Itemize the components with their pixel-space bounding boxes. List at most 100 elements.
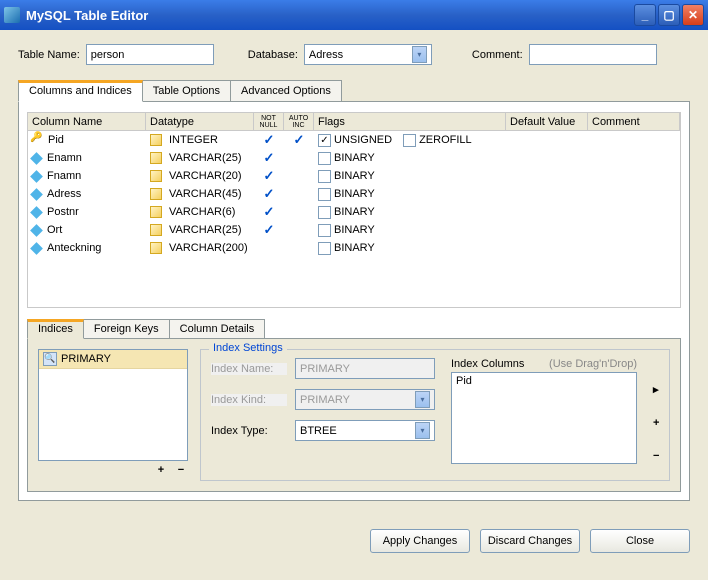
index-item-label: PRIMARY xyxy=(61,353,111,365)
indices-panel: 🔍 PRIMARY + − Index Settings Index Name: xyxy=(27,338,681,492)
close-button[interactable]: ✕ xyxy=(682,4,704,26)
sub-tab-column-details[interactable]: Column Details xyxy=(170,319,266,339)
index-columns-list[interactable]: Pid xyxy=(451,372,637,464)
datatype-icon xyxy=(150,224,162,236)
flag-checkbox[interactable] xyxy=(318,170,331,183)
flag-checkbox[interactable] xyxy=(318,224,331,237)
index-type-value: BTREE xyxy=(300,425,337,437)
discard-changes-button[interactable]: Discard Changes xyxy=(480,529,580,553)
fieldset-legend: Index Settings xyxy=(209,342,287,354)
window-title: MySQL Table Editor xyxy=(26,8,634,23)
flag-checkbox[interactable] xyxy=(318,206,331,219)
autoinc-check-icon[interactable]: ✓ xyxy=(288,132,310,148)
index-name-input xyxy=(295,358,435,379)
footer: Apply Changes Discard Changes Close xyxy=(0,515,708,567)
datatype-value: INTEGER xyxy=(169,134,218,146)
comment-input[interactable] xyxy=(529,44,657,65)
flag-checkbox[interactable] xyxy=(318,188,331,201)
primary-key-icon xyxy=(32,134,44,146)
flag-label: BINARY xyxy=(334,188,375,200)
table-row[interactable]: PostnrVARCHAR(6)✓BINARY xyxy=(28,203,680,221)
close-window-button[interactable]: Close xyxy=(590,529,690,553)
column-name: Fnamn xyxy=(47,170,81,182)
column-name: Pid xyxy=(48,134,64,146)
notnull-check-icon[interactable]: ✓ xyxy=(258,222,280,238)
flag-label: BINARY xyxy=(334,242,375,254)
th-flags[interactable]: Flags xyxy=(314,113,506,130)
th-default[interactable]: Default Value xyxy=(506,113,588,130)
flag-checkbox[interactable]: ✓ xyxy=(318,134,331,147)
table-name-label: Table Name: xyxy=(18,49,80,61)
columns-header-row: Column Name Datatype NOT NULL AUTO INC F… xyxy=(28,113,680,131)
datatype-icon xyxy=(150,152,162,164)
titlebar: MySQL Table Editor _ ▢ ✕ xyxy=(0,0,708,30)
flag-label: BINARY xyxy=(334,224,375,236)
notnull-check-icon[interactable]: ✓ xyxy=(258,204,280,220)
index-list[interactable]: 🔍 PRIMARY xyxy=(38,349,188,461)
index-kind-select: PRIMARY ▾ xyxy=(295,389,435,410)
flag-label: BINARY xyxy=(334,170,375,182)
database-select[interactable]: Adress ▾ xyxy=(304,44,432,65)
table-row[interactable]: PidINTEGER✓✓✓UNSIGNEDZEROFILL xyxy=(28,131,680,149)
column-icon xyxy=(30,206,43,219)
notnull-check-icon[interactable]: ✓ xyxy=(258,132,280,148)
column-name: Anteckning xyxy=(47,242,101,254)
column-name: Enamn xyxy=(47,152,82,164)
apply-changes-button[interactable]: Apply Changes xyxy=(370,529,470,553)
table-row[interactable]: Fnamn VARCHAR(20) ✓ BINARY xyxy=(28,167,680,185)
flag-checkbox[interactable] xyxy=(318,152,331,165)
dropdown-arrow-icon: ▾ xyxy=(415,391,430,408)
maximize-button[interactable]: ▢ xyxy=(658,4,680,26)
index-kind-label: Index Kind: xyxy=(211,394,287,406)
columns-table: Column Name Datatype NOT NULL AUTO INC F… xyxy=(27,112,681,308)
notnull-check-icon[interactable]: ✓ xyxy=(258,168,280,184)
tab-table-options[interactable]: Table Options xyxy=(143,80,231,102)
table-name-input[interactable] xyxy=(86,44,214,65)
table-row[interactable]: EnamnVARCHAR(25)✓BINARY xyxy=(28,149,680,167)
index-kind-value: PRIMARY xyxy=(300,394,350,406)
sub-tab-indices[interactable]: Indices xyxy=(27,319,84,339)
notnull-check-icon[interactable]: ✓ xyxy=(258,186,280,202)
table-row[interactable]: AdressVARCHAR(45)✓BINARY xyxy=(28,185,680,203)
add-col-button[interactable]: + xyxy=(653,417,659,429)
th-datatype[interactable]: Datatype xyxy=(146,113,254,130)
datatype-value: VARCHAR(200) xyxy=(169,242,248,254)
column-icon xyxy=(30,170,43,183)
index-type-select[interactable]: BTREE ▾ xyxy=(295,420,435,441)
flag-label: ZEROFILL xyxy=(419,134,472,146)
th-notnull[interactable]: NOT NULL xyxy=(254,113,284,130)
comment-label: Comment: xyxy=(472,49,523,61)
minimize-button[interactable]: _ xyxy=(634,4,656,26)
sub-tab-foreign-keys[interactable]: Foreign Keys xyxy=(84,319,170,339)
index-name-label: Index Name: xyxy=(211,363,287,375)
move-up-button[interactable]: ▸ xyxy=(653,383,659,396)
flag-checkbox[interactable] xyxy=(403,134,416,147)
datatype-icon xyxy=(150,134,162,146)
datatype-value: VARCHAR(20) xyxy=(169,170,242,182)
tab-columns-and-indices[interactable]: Columns and Indices xyxy=(18,80,143,102)
datatype-value: VARCHAR(25) xyxy=(169,152,242,164)
datatype-icon xyxy=(150,206,162,218)
datatype-value: VARCHAR(6) xyxy=(169,206,235,218)
datatype-icon xyxy=(150,170,162,182)
flag-label: UNSIGNED xyxy=(334,134,392,146)
index-columns-label: Index Columns xyxy=(451,358,524,370)
table-row[interactable]: OrtVARCHAR(25)✓BINARY xyxy=(28,221,680,239)
flag-checkbox[interactable] xyxy=(318,242,331,255)
th-autoinc[interactable]: AUTO INC xyxy=(284,113,314,130)
add-index-button[interactable]: + xyxy=(154,464,168,476)
tab-advanced-options[interactable]: Advanced Options xyxy=(231,80,342,102)
remove-col-button[interactable]: − xyxy=(653,450,659,462)
flag-label: BINARY xyxy=(334,206,375,218)
database-value: Adress xyxy=(309,49,343,61)
remove-index-button[interactable]: − xyxy=(174,464,188,476)
notnull-check-icon[interactable]: ✓ xyxy=(258,150,280,166)
index-type-label: Index Type: xyxy=(211,425,287,437)
columns-panel: Column Name Datatype NOT NULL AUTO INC F… xyxy=(18,101,690,501)
index-item[interactable]: 🔍 PRIMARY xyxy=(39,350,187,369)
table-row[interactable]: Anteckning VARCHAR(200) BINARY xyxy=(28,239,680,257)
th-column-name[interactable]: Column Name xyxy=(28,113,146,130)
index-column-item[interactable]: Pid xyxy=(456,375,632,387)
th-comment[interactable]: Comment xyxy=(588,113,680,130)
column-name: Adress xyxy=(47,188,81,200)
